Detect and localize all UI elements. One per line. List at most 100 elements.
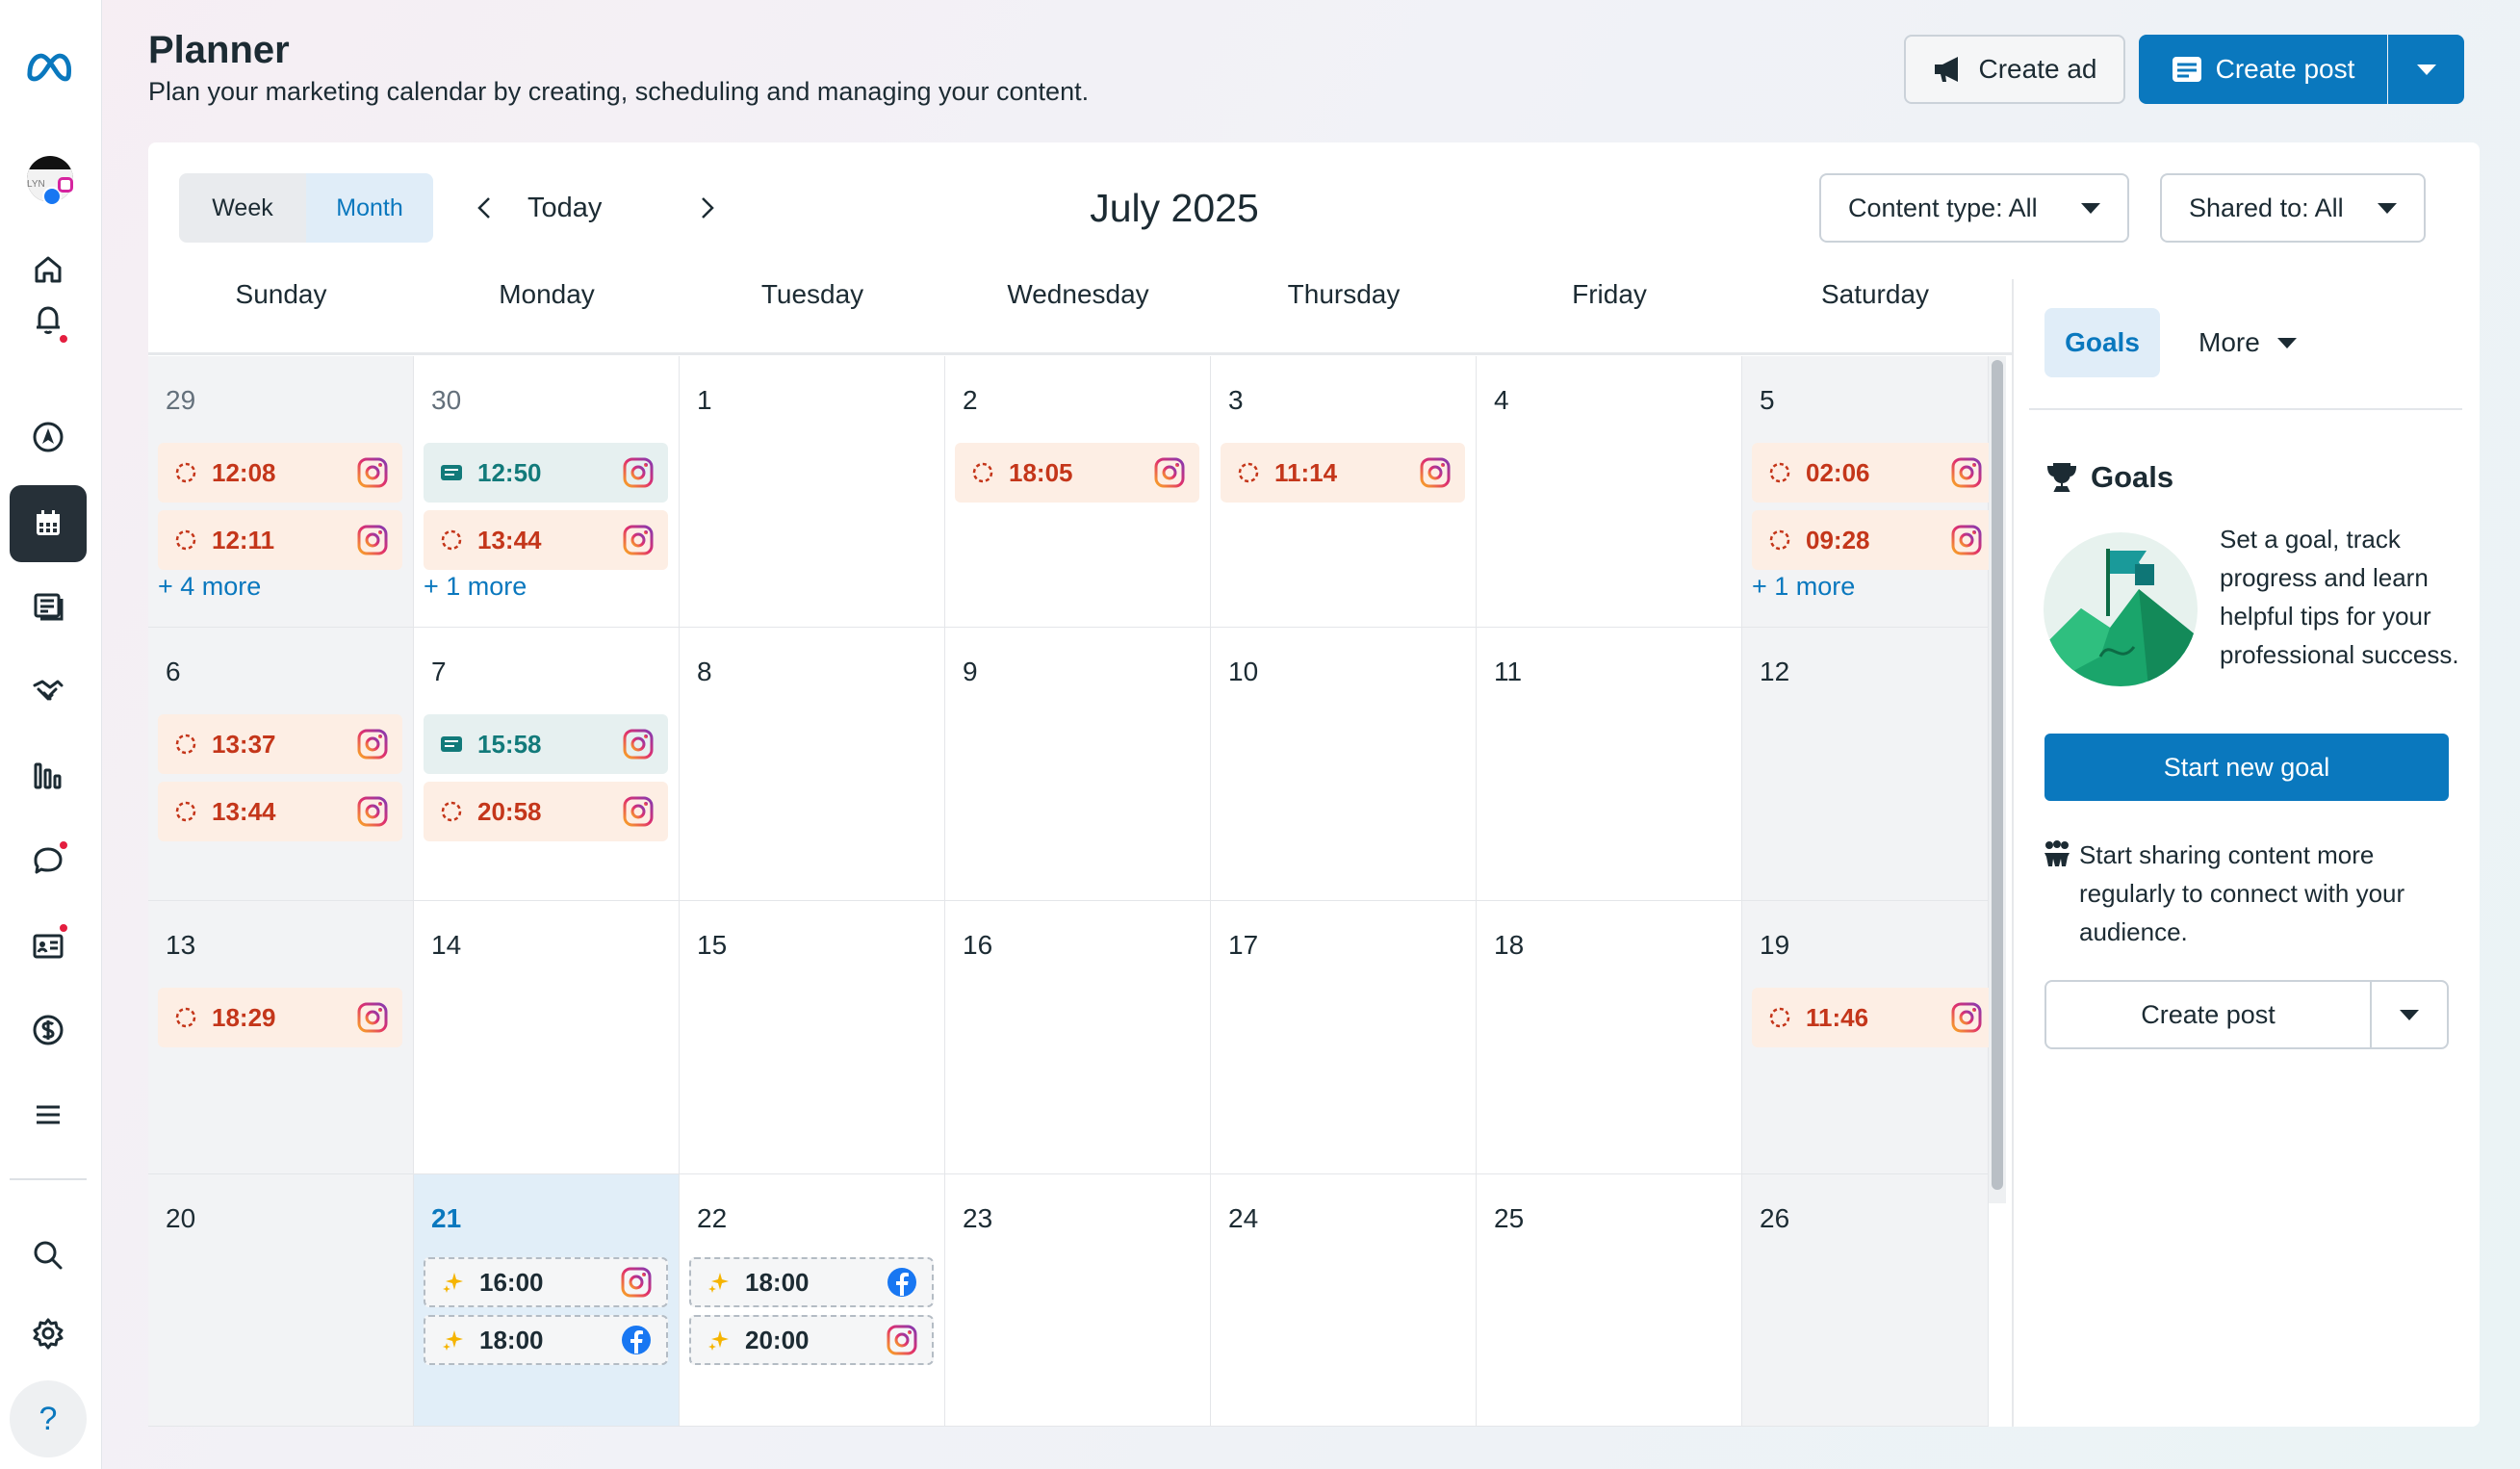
- day-number: 13: [166, 930, 196, 960]
- prev-month-button[interactable]: [466, 189, 504, 227]
- day-number: 24: [1228, 1203, 1259, 1233]
- gear-icon[interactable]: [10, 1295, 87, 1372]
- day-cell[interactable]: 24: [1211, 1174, 1477, 1427]
- tab-more[interactable]: More: [2199, 327, 2297, 358]
- draft-status-icon: [1769, 529, 1790, 551]
- day-cell[interactable]: 5 02:06 09:28 + 1 more: [1742, 356, 1996, 628]
- draft-post-chip[interactable]: 11:14: [1221, 443, 1465, 503]
- post-time: 13:37: [212, 729, 276, 759]
- day-cell[interactable]: 26: [1742, 1174, 1989, 1427]
- day-cell[interactable]: 7 15:58 20:58: [414, 628, 680, 901]
- post-time: 20:58: [477, 796, 542, 826]
- meta-logo-icon[interactable]: [10, 29, 87, 106]
- more-posts-link[interactable]: + 4 more: [158, 572, 261, 602]
- calendar-scrollbar[interactable]: [1989, 356, 2006, 1203]
- content-type-dropdown[interactable]: Content type: All: [1819, 173, 2129, 243]
- post-time: 18:00: [479, 1325, 544, 1354]
- next-month-button[interactable]: [687, 189, 726, 227]
- draft-post-chip[interactable]: 12:08: [158, 443, 402, 503]
- day-cell[interactable]: 8: [680, 628, 945, 901]
- draft-post-chip[interactable]: 11:46: [1752, 988, 1996, 1047]
- suggested-post-chip[interactable]: 20:00: [689, 1315, 934, 1365]
- post-time: 16:00: [479, 1267, 544, 1297]
- scheduled-post-chip[interactable]: 15:58: [424, 714, 668, 774]
- day-cell[interactable]: 14: [414, 901, 680, 1174]
- chat-icon[interactable]: [10, 822, 87, 899]
- create-post-button[interactable]: Create post: [2139, 35, 2387, 104]
- id-card-icon[interactable]: [10, 907, 87, 984]
- account-avatar[interactable]: LYN: [10, 144, 87, 221]
- day-cell[interactable]: 4: [1477, 356, 1742, 628]
- draft-post-chip[interactable]: 13:37: [158, 714, 402, 774]
- day-cell[interactable]: 21 16:00 18:00: [414, 1174, 680, 1427]
- shared-to-label: Shared to: All: [2189, 193, 2344, 222]
- day-cell[interactable]: 2 18:05: [945, 356, 1211, 628]
- draft-post-chip[interactable]: 09:28: [1752, 510, 1996, 570]
- suggested-post-chip[interactable]: 18:00: [424, 1315, 668, 1365]
- dollar-icon[interactable]: [10, 992, 87, 1069]
- content-icon[interactable]: [10, 568, 87, 645]
- day-cell[interactable]: 9: [945, 628, 1211, 901]
- goals-description: Set a goal, track progress and learn hel…: [2220, 525, 2459, 669]
- draft-status-icon: [1769, 1007, 1790, 1028]
- day-cell[interactable]: 18: [1477, 901, 1742, 1174]
- draft-post-chip[interactable]: 02:06: [1752, 443, 1996, 503]
- draft-status-icon: [1238, 462, 1259, 483]
- day-cell[interactable]: 20: [148, 1174, 414, 1427]
- shared-to-dropdown[interactable]: Shared to: All: [2160, 173, 2426, 243]
- help-icon[interactable]: ?: [10, 1380, 87, 1457]
- suggested-post-chip[interactable]: 16:00: [424, 1257, 668, 1307]
- day-number: 25: [1494, 1203, 1525, 1233]
- insights-icon[interactable]: [10, 737, 87, 814]
- goal-flag-illustration: [2044, 532, 2198, 686]
- sidebar-create-post-button[interactable]: Create post: [2046, 982, 2372, 1047]
- day-cell[interactable]: 17: [1211, 901, 1477, 1174]
- bell-icon[interactable]: [10, 281, 87, 358]
- search-icon[interactable]: [10, 1217, 87, 1294]
- handshake-icon[interactable]: [10, 653, 87, 730]
- day-cell[interactable]: 1: [680, 356, 945, 628]
- sharing-tip: Start sharing content more regularly to …: [2043, 836, 2466, 951]
- draft-post-chip[interactable]: 18:29: [158, 988, 402, 1047]
- tab-goals[interactable]: Goals: [2044, 308, 2160, 377]
- today-button[interactable]: Today: [527, 193, 602, 224]
- scheduled-post-chip[interactable]: 12:50: [424, 443, 668, 503]
- day-cell[interactable]: 3 11:14: [1211, 356, 1477, 628]
- day-cell[interactable]: 23: [945, 1174, 1211, 1427]
- draft-post-chip[interactable]: 20:58: [424, 782, 668, 841]
- day-cell[interactable]: 16: [945, 901, 1211, 1174]
- day-cell[interactable]: 6 13:37 13:44: [148, 628, 414, 901]
- draft-post-chip[interactable]: 13:44: [424, 510, 668, 570]
- day-cell[interactable]: 29 12:08 12:11 + 4 more: [148, 356, 414, 628]
- menu-icon[interactable]: [10, 1076, 87, 1153]
- draft-post-chip[interactable]: 18:05: [955, 443, 1199, 503]
- suggested-post-chip[interactable]: 18:00: [689, 1257, 934, 1307]
- week-view-button[interactable]: Week: [179, 173, 306, 243]
- more-posts-link[interactable]: + 1 more: [424, 572, 527, 602]
- more-posts-link[interactable]: + 1 more: [1752, 572, 1855, 602]
- day-header: Sunday: [235, 279, 327, 309]
- notification-dot: [58, 922, 69, 934]
- day-cell[interactable]: 15: [680, 901, 945, 1174]
- day-cell[interactable]: 25: [1477, 1174, 1742, 1427]
- start-new-goal-button[interactable]: Start new goal: [2044, 734, 2449, 801]
- calendar-icon[interactable]: [10, 485, 87, 562]
- draft-post-chip[interactable]: 12:11: [158, 510, 402, 570]
- month-view-button[interactable]: Month: [306, 173, 433, 243]
- day-cell[interactable]: 30 12:50 13:44 + 1 more: [414, 356, 680, 628]
- sidebar-create-post-dropdown[interactable]: [2372, 982, 2447, 1047]
- day-cell[interactable]: 12: [1742, 628, 1989, 901]
- create-ad-button[interactable]: Create ad: [1904, 35, 2125, 104]
- scrollbar-thumb[interactable]: [1992, 360, 2003, 1190]
- compass-icon[interactable]: [10, 399, 87, 476]
- day-cell[interactable]: 22 18:00 20:00: [680, 1174, 945, 1427]
- day-cell[interactable]: 13 18:29: [148, 901, 414, 1174]
- day-header: Saturday: [1820, 279, 1930, 309]
- draft-post-chip[interactable]: 13:44: [158, 782, 402, 841]
- chevron-left-icon: [477, 197, 490, 219]
- create-post-dropdown-button[interactable]: [2388, 35, 2464, 104]
- day-cell[interactable]: 19 11:46: [1742, 901, 1996, 1174]
- day-cell[interactable]: 10: [1211, 628, 1477, 901]
- goals-heading: Goals: [2043, 458, 2173, 497]
- day-cell[interactable]: 11: [1477, 628, 1742, 901]
